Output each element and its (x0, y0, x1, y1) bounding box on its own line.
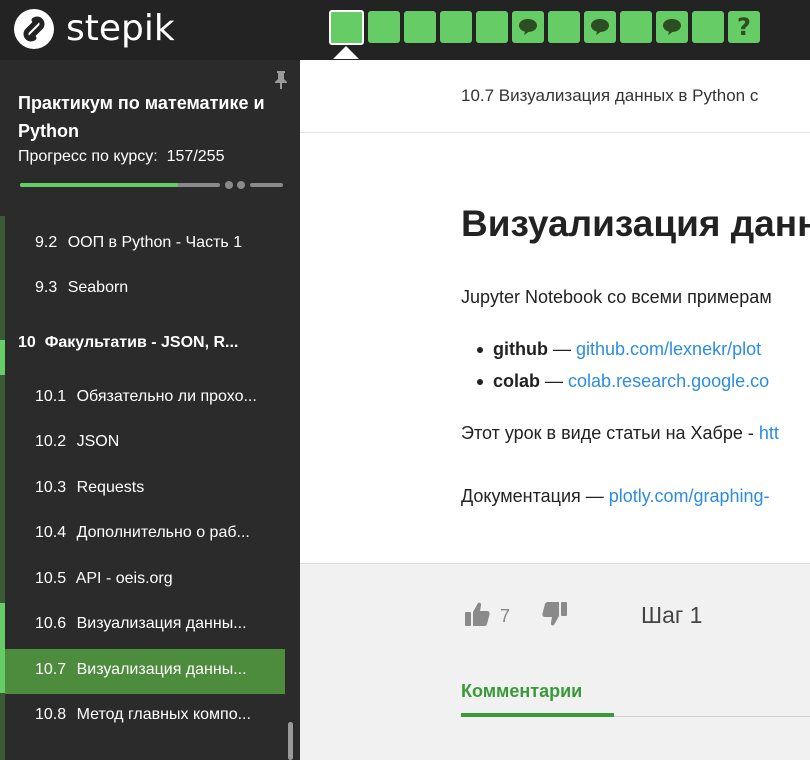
step-9[interactable] (620, 11, 652, 43)
step-2[interactable] (368, 11, 400, 43)
pin-icon[interactable] (274, 70, 288, 90)
progress-dot (225, 181, 233, 189)
progress-segment (250, 183, 283, 187)
course-sidebar: Практикум по математике и Python Прогрес… (0, 60, 300, 760)
lesson-item-10-6[interactable]: 10.6 Визуализация данны... (35, 615, 247, 633)
step-8[interactable] (584, 11, 616, 43)
thumbs-up-icon[interactable] (463, 600, 491, 628)
list-item: colab — colab.research.google.co (476, 371, 770, 391)
section-status-marker (0, 340, 5, 375)
lesson-breadcrumb: 10.7 Визуализация данных в Python с (461, 86, 759, 105)
habr-text: Этот урок в виде статьи на Хабре - htt (461, 423, 779, 443)
tab-active-indicator (461, 713, 614, 717)
section-item-10[interactable]: 10 Факультатив - JSON, R... (18, 334, 238, 352)
habr-link[interactable]: htt (759, 423, 779, 443)
progress-label: Прогресс по курсу: (18, 148, 158, 165)
lesson-item-9-2[interactable]: 9.2 ООП в Python - Часть 1 (35, 234, 242, 252)
progress-bar (20, 183, 220, 187)
intro-text: Jupyter Notebook со всеми примерам (461, 287, 772, 307)
step-heading: Визуализация данн (461, 203, 810, 244)
step-5[interactable] (476, 11, 508, 43)
lesson-item-10-5[interactable]: 10.5 API - oeis.org (35, 570, 173, 588)
progress-value: 157/255 (166, 148, 225, 165)
lesson-main: 10.7 Визуализация данных в Python с Визу… (300, 60, 810, 760)
list-item: github — github.com/lexnekr/plot (476, 339, 762, 359)
lesson-item-9-3[interactable]: 9.3 Seaborn (35, 279, 128, 297)
lesson-item-10-3[interactable]: 10.3 Requests (35, 479, 144, 497)
step-3[interactable] (404, 11, 436, 43)
step-number-label: Шаг 1 (641, 602, 703, 628)
comment-icon (519, 19, 537, 35)
stepik-logo-icon (14, 9, 54, 49)
top-bar: stepik ? (0, 0, 810, 60)
step-11[interactable] (692, 11, 724, 43)
quiz-icon: ? (737, 13, 751, 41)
step-7[interactable] (548, 11, 580, 43)
progress-dot (237, 181, 245, 189)
thumbs-down-icon[interactable] (541, 600, 569, 628)
stepik-logo[interactable]: stepik (14, 9, 175, 49)
colab-link[interactable]: colab.research.google.co (568, 371, 769, 391)
tab-divider (614, 716, 810, 717)
step-12[interactable]: ? (728, 11, 760, 43)
course-progress: Прогресс по курсу: 157/255 (18, 148, 224, 166)
comment-icon (663, 19, 681, 35)
comment-icon (591, 19, 609, 35)
lesson-steps: ? (329, 10, 760, 45)
lesson-item-10-4[interactable]: 10.4 Дополнительно о раб... (35, 524, 250, 542)
sidebar-scrollbar[interactable] (288, 722, 293, 760)
lesson-item-10-7[interactable]: 10.7 Визуализация данны... (35, 661, 247, 679)
active-step-pointer (333, 46, 359, 59)
step-6[interactable] (512, 11, 544, 43)
lesson-item-10-1[interactable]: 10.1 Обязательно ли прохо... (35, 388, 257, 406)
lesson-item-10-8[interactable]: 10.8 Метод главных компо... (35, 706, 251, 724)
docs-link[interactable]: plotly.com/graphing- (609, 486, 770, 506)
lesson-item-10-2[interactable]: 10.2 JSON (35, 433, 119, 451)
step-1[interactable] (329, 10, 364, 45)
step-content: Визуализация данн Jupyter Notebook со вс… (300, 133, 810, 564)
stepik-wordmark: stepik (66, 8, 175, 49)
docs-text: Документация — plotly.com/graphing- (461, 486, 770, 506)
step-4[interactable] (440, 11, 472, 43)
course-title[interactable]: Практикум по математике и Python (18, 89, 288, 145)
github-link[interactable]: github.com/lexnekr/plot (576, 339, 761, 359)
lesson-header: 10.7 Визуализация данных в Python с (300, 60, 810, 133)
step-10[interactable] (656, 11, 688, 43)
tab-comments[interactable]: Комментарии (461, 681, 582, 702)
progress-bar-fill (20, 183, 178, 187)
like-count: 7 (500, 606, 511, 626)
